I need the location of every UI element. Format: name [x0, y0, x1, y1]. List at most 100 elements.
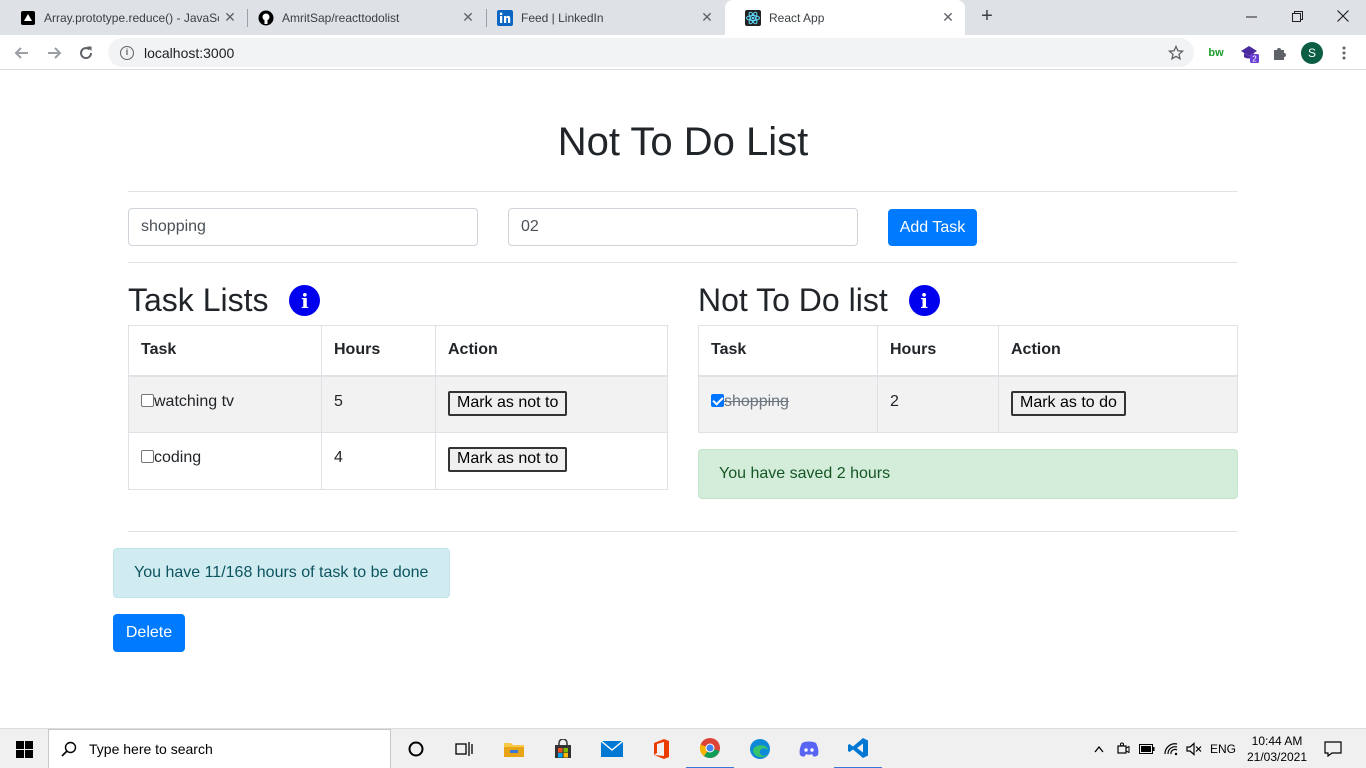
column-header-hours: Hours	[321, 325, 436, 377]
browser-tab-strip: Array.prototype.reduce() - JavaSc ✕ Amri…	[0, 0, 1366, 35]
column-header-task: Task	[128, 325, 322, 377]
chrome-menu-icon[interactable]	[1333, 42, 1355, 64]
github-icon	[258, 10, 274, 26]
divider	[128, 262, 1238, 263]
table-row: shopping 2 Mark as to do	[698, 375, 1238, 433]
divider	[128, 191, 1238, 192]
table-row: watching tv 5 Mark as not to	[128, 375, 668, 433]
tray-chevron-icon[interactable]	[1090, 729, 1108, 768]
divider	[128, 531, 1238, 532]
tab-title: Array.prototype.reduce() - JavaSc	[44, 10, 219, 25]
column-header-hours: Hours	[877, 325, 999, 377]
not-to-do-table: Task Hours Action shopping 2 Mark as to …	[698, 325, 1238, 433]
clock-date: 21/03/2021	[1246, 750, 1308, 764]
file-explorer-icon[interactable]	[490, 729, 538, 768]
back-icon[interactable]	[10, 41, 34, 65]
hours-cell: 4	[321, 432, 436, 490]
tab-linkedin[interactable]: Feed | LinkedIn ✕	[477, 0, 724, 35]
not-to-do-title: Not To Do list	[698, 282, 888, 318]
task-checkbox[interactable]	[141, 393, 154, 407]
taskbar-search-placeholder: Type here to search	[89, 741, 213, 757]
close-tab-icon[interactable]: ✕	[223, 10, 237, 24]
task-name: watching tv	[154, 392, 235, 410]
task-name: coding	[154, 449, 202, 466]
hours-cell: 2	[877, 375, 999, 433]
office-icon[interactable]	[637, 729, 685, 768]
battery-icon[interactable]	[1137, 729, 1157, 768]
task-cell: shopping	[698, 375, 878, 433]
hours-cell: 5	[321, 375, 436, 433]
table-row: coding 4 Mark as not to	[128, 432, 668, 490]
tab-github[interactable]: AmritSap/reacttodolist ✕	[238, 0, 485, 35]
edge-icon[interactable]	[736, 729, 784, 768]
chrome-taskbar-icon[interactable]	[686, 729, 734, 768]
wifi-icon[interactable]	[1161, 729, 1181, 768]
close-tab-icon[interactable]: ✕	[461, 10, 475, 24]
mail-icon[interactable]	[588, 729, 636, 768]
minimize-icon[interactable]	[1228, 4, 1274, 28]
extension-badge-icon[interactable]: 2	[1238, 42, 1260, 64]
mdn-icon	[20, 10, 36, 26]
taskbar-clock[interactable]: 10:44 AM 21/03/2021	[1244, 733, 1310, 765]
browser-toolbar: i localhost:3000 bw 2 S	[0, 35, 1366, 70]
cortana-icon[interactable]	[392, 729, 440, 768]
restore-icon[interactable]	[1274, 4, 1320, 28]
task-view-icon[interactable]	[440, 729, 488, 768]
column-header-task: Task	[698, 325, 878, 377]
add-task-button[interactable]: Add Task	[888, 209, 977, 246]
vscode-icon[interactable]	[834, 729, 882, 768]
bookmark-star-icon[interactable]	[1165, 42, 1187, 64]
task-cell: coding	[128, 432, 322, 490]
site-info-icon[interactable]: i	[120, 45, 134, 60]
notifications-icon[interactable]	[1318, 729, 1348, 768]
microsoft-store-icon[interactable]	[539, 729, 587, 768]
page-title: Not To Do List	[557, 120, 809, 164]
total-hours-alert: You have 11/168 hours of task to be done	[113, 548, 450, 598]
task-lists-title: Task Lists	[128, 282, 269, 318]
clock-time: 10:44 AM	[1251, 734, 1303, 748]
close-tab-icon[interactable]: ✕	[700, 10, 714, 24]
address-bar[interactable]: i localhost:3000	[108, 38, 1194, 67]
delete-button[interactable]: Delete	[113, 614, 185, 652]
task-list-table: Task Hours Action watching tv 5 Mark as …	[128, 325, 668, 490]
reload-icon[interactable]	[74, 41, 98, 65]
close-tab-icon[interactable]: ✕	[941, 10, 955, 24]
language-indicator[interactable]: ENG	[1208, 729, 1238, 768]
bw-extension-icon[interactable]: bw	[1205, 42, 1227, 64]
task-checkbox-checked[interactable]	[711, 393, 724, 407]
task-checkbox[interactable]	[141, 450, 154, 463]
saved-hours-alert: You have saved 2 hours	[698, 449, 1238, 499]
tab-react-app[interactable]: React App ✕	[725, 0, 965, 35]
mark-as-to-do-button[interactable]: Mark as to do	[1011, 390, 1126, 416]
tab-title: React App	[769, 10, 825, 25]
extension-badge-count: 2	[1252, 55, 1257, 64]
task-input[interactable]	[128, 208, 478, 246]
info-icon[interactable]: i	[908, 285, 940, 316]
table-header-row: Task Hours Action	[128, 325, 668, 377]
task-lists-heading: Task Lists i	[128, 282, 321, 319]
meet-now-icon[interactable]	[1113, 729, 1133, 768]
discord-icon[interactable]	[785, 729, 833, 768]
windows-start-icon[interactable]	[0, 729, 48, 768]
hours-input[interactable]	[508, 208, 858, 246]
mark-as-not-to-button[interactable]: Mark as not to	[448, 390, 568, 416]
react-icon	[745, 9, 761, 26]
new-tab-icon[interactable]: +	[976, 6, 998, 28]
task-cell: watching tv	[128, 375, 322, 433]
task-name: shopping	[724, 392, 789, 410]
taskbar-search-box[interactable]: Type here to search	[48, 729, 391, 768]
profile-avatar[interactable]: S	[1301, 42, 1323, 64]
extensions-puzzle-icon[interactable]	[1269, 42, 1291, 64]
forward-icon[interactable]	[42, 41, 66, 65]
windows-taskbar: Type here to search ENG 10:44 AM 21/03/2…	[0, 728, 1366, 768]
profile-initial: S	[1301, 42, 1323, 64]
linkedin-icon	[497, 9, 513, 26]
table-header-row: Task Hours Action	[698, 325, 1238, 377]
mark-as-not-to-button[interactable]: Mark as not to	[448, 447, 568, 472]
tab-title: AmritSap/reacttodolist	[282, 10, 400, 25]
tab-mdn[interactable]: Array.prototype.reduce() - JavaSc ✕	[0, 0, 247, 35]
info-icon[interactable]: i	[289, 285, 321, 316]
volume-muted-icon[interactable]	[1184, 729, 1204, 768]
close-window-icon[interactable]	[1320, 4, 1366, 28]
not-to-do-heading: Not To Do list i	[698, 282, 940, 319]
